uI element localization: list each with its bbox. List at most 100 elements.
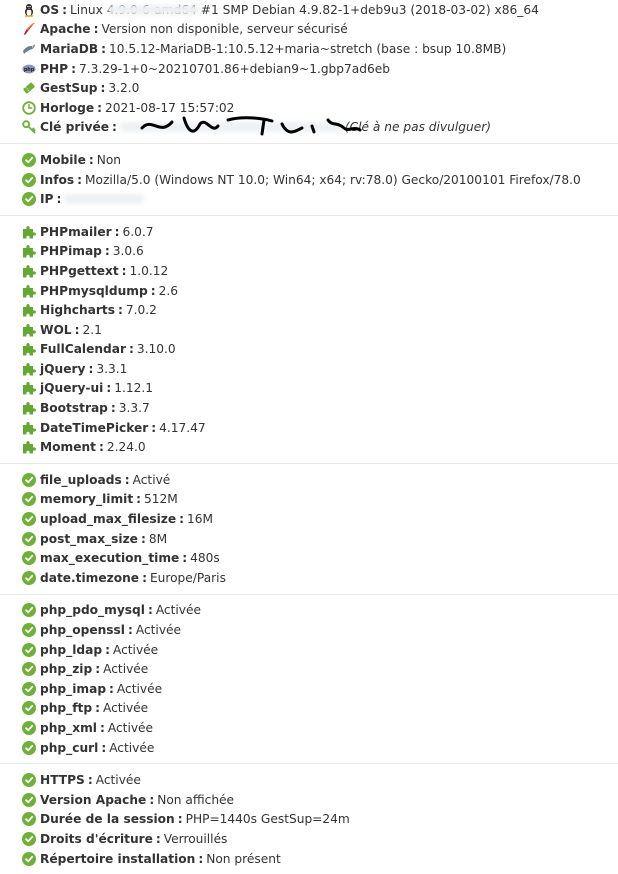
label-separator: : [112, 120, 117, 135]
label-separator: : [129, 342, 134, 357]
puzzle-icon [22, 421, 36, 435]
check-circle-icon [22, 472, 36, 487]
info-row-r-pertoire-installation: Répertoire installation: Non présent [22, 849, 618, 869]
row-value: 16M [187, 512, 214, 527]
row-label: PHPimap [40, 244, 102, 259]
row-label: PHP [40, 61, 69, 76]
info-row-mariadb: MariaDB:10.5.12-MariaDB-1:10.5.12+maria~… [22, 39, 618, 59]
row-label: MariaDB [40, 41, 99, 56]
label-separator: : [179, 512, 185, 527]
label-separator: : [88, 361, 94, 376]
label-separator: : [104, 244, 110, 259]
php-settings-section: file_uploads: Activé memory_limit:512M uplo… [0, 463, 618, 588]
check-circle-icon [22, 773, 36, 788]
row-label: php_imap [40, 681, 107, 696]
check-circle-icon [22, 492, 36, 507]
row-value: Verrouillés [163, 831, 228, 846]
row-label: php_zip [40, 662, 93, 677]
info-row-highcharts: Highcharts:7.0.2 [22, 300, 618, 320]
row-label: Durée de la session [40, 812, 175, 827]
php-extensions-section: php_pdo_mysql: Activée php_openssl: Activée… [0, 593, 618, 758]
redacted-hostname [108, 4, 200, 15]
info-row-droits-d-criture: Droits d'écriture: Verrouillés [22, 829, 618, 849]
info-row-ip: IP: [22, 189, 618, 209]
info-row-phpmailer: PHPmailer:6.0.7 [22, 222, 618, 242]
row-label: IP [40, 192, 54, 207]
row-label: Clé privée [40, 120, 110, 135]
row-value: Mozilla/5.0 (Windows NT 10.0; Win64; x64… [85, 172, 581, 187]
info-row-jquery-ui: jQuery-ui:1.12.1 [22, 379, 618, 399]
row-label: Version Apache [40, 792, 147, 807]
info-row-mobile: Mobile: Non [22, 150, 618, 170]
label-separator: : [100, 81, 106, 96]
info-row-apache: Apache: Version non disponible, serveur s… [22, 20, 618, 40]
info-row-php-openssl: php_openssl: Activée [22, 620, 618, 640]
label-separator: : [182, 551, 188, 566]
row-value: 3.3.1 [96, 361, 128, 376]
row-label: PHPmysqldump [40, 283, 148, 298]
row-value: Non affichée [157, 792, 235, 807]
row-label: upload_max_filesize [40, 512, 177, 527]
row-value: 2.24.0 [106, 440, 146, 455]
svg-text:php: php [24, 66, 35, 72]
puzzle-icon [22, 225, 36, 239]
check-circle-icon [22, 701, 36, 716]
label-separator: : [77, 172, 83, 187]
info-row-bootstrap: Bootstrap:3.3.7 [22, 398, 618, 418]
puzzle-icon [22, 440, 36, 454]
info-row-os: OS: Linux 4.9.0-6-amd64 #1 SMP Debian 4.9… [22, 0, 618, 20]
label-separator: : [62, 2, 68, 17]
check-circle-icon [22, 720, 36, 735]
puzzle-icon [22, 284, 36, 298]
label-separator: : [149, 792, 155, 807]
label-separator: : [127, 623, 133, 638]
puzzle-icon [22, 303, 36, 317]
row-label: Highcharts [40, 303, 115, 318]
puzzle-icon [22, 381, 36, 395]
check-circle-icon [22, 812, 36, 827]
row-value: Activée [95, 773, 141, 788]
security-section: HTTPS: Activée Version Apache: Non affichée… [0, 763, 618, 868]
label-separator: : [110, 401, 116, 416]
row-value: Activée [102, 701, 149, 716]
client-info-section: Mobile: Non Infos: Mozilla/5.0 (Windows NT … [0, 143, 618, 209]
info-row-php-curl: php_curl: Activée [22, 738, 618, 758]
info-row-date-timezone: date.timezone: Europe/Paris [22, 568, 618, 588]
label-separator: : [121, 263, 127, 278]
row-value: 6.0.7 [122, 224, 154, 239]
check-circle-icon [22, 681, 36, 696]
label-separator: : [198, 851, 204, 866]
row-label: Apache [40, 22, 91, 37]
row-value: Non [96, 152, 122, 167]
row-value: 3.2.0 [108, 81, 140, 96]
row-label: jQuery-ui [40, 381, 104, 396]
row-label: HTTPS [40, 773, 85, 788]
check-circle-icon [22, 512, 36, 527]
row-label: file_uploads [40, 472, 122, 487]
puzzle-icon [22, 401, 36, 415]
row-value: Activée [135, 623, 182, 638]
label-separator: : [95, 701, 100, 716]
label-separator: : [74, 322, 80, 337]
row-label: php_ftp [40, 701, 93, 716]
row-value: Activé [132, 472, 171, 487]
info-row-gestsup: GestSup:3.2.0 [22, 78, 618, 98]
row-label: OS [40, 2, 60, 17]
info-row-datetimepicker: DateTimePicker:4.17.47 [22, 418, 618, 438]
check-circle-icon [22, 570, 36, 585]
row-label: FullCalendar [40, 342, 126, 357]
row-value: Activée [103, 662, 149, 677]
row-label: PHPgettext [40, 263, 119, 278]
scribble-redaction [140, 115, 362, 136]
row-label: date.timezone [40, 570, 140, 585]
check-circle-icon [22, 531, 36, 546]
row-value: 8M [148, 531, 168, 546]
info-row-dur-e-de-la-session: Durée de la session: PHP=1440s GestSup=24… [22, 810, 618, 830]
row-label: Infos [40, 172, 75, 187]
label-separator: : [114, 224, 120, 239]
row-value: Activée [116, 681, 163, 696]
row-value: Activée [109, 740, 155, 755]
row-value: 2.6 [158, 283, 178, 298]
row-value: Version non disponible, serveur sécurisé [101, 22, 348, 37]
puzzle-icon [22, 362, 36, 376]
